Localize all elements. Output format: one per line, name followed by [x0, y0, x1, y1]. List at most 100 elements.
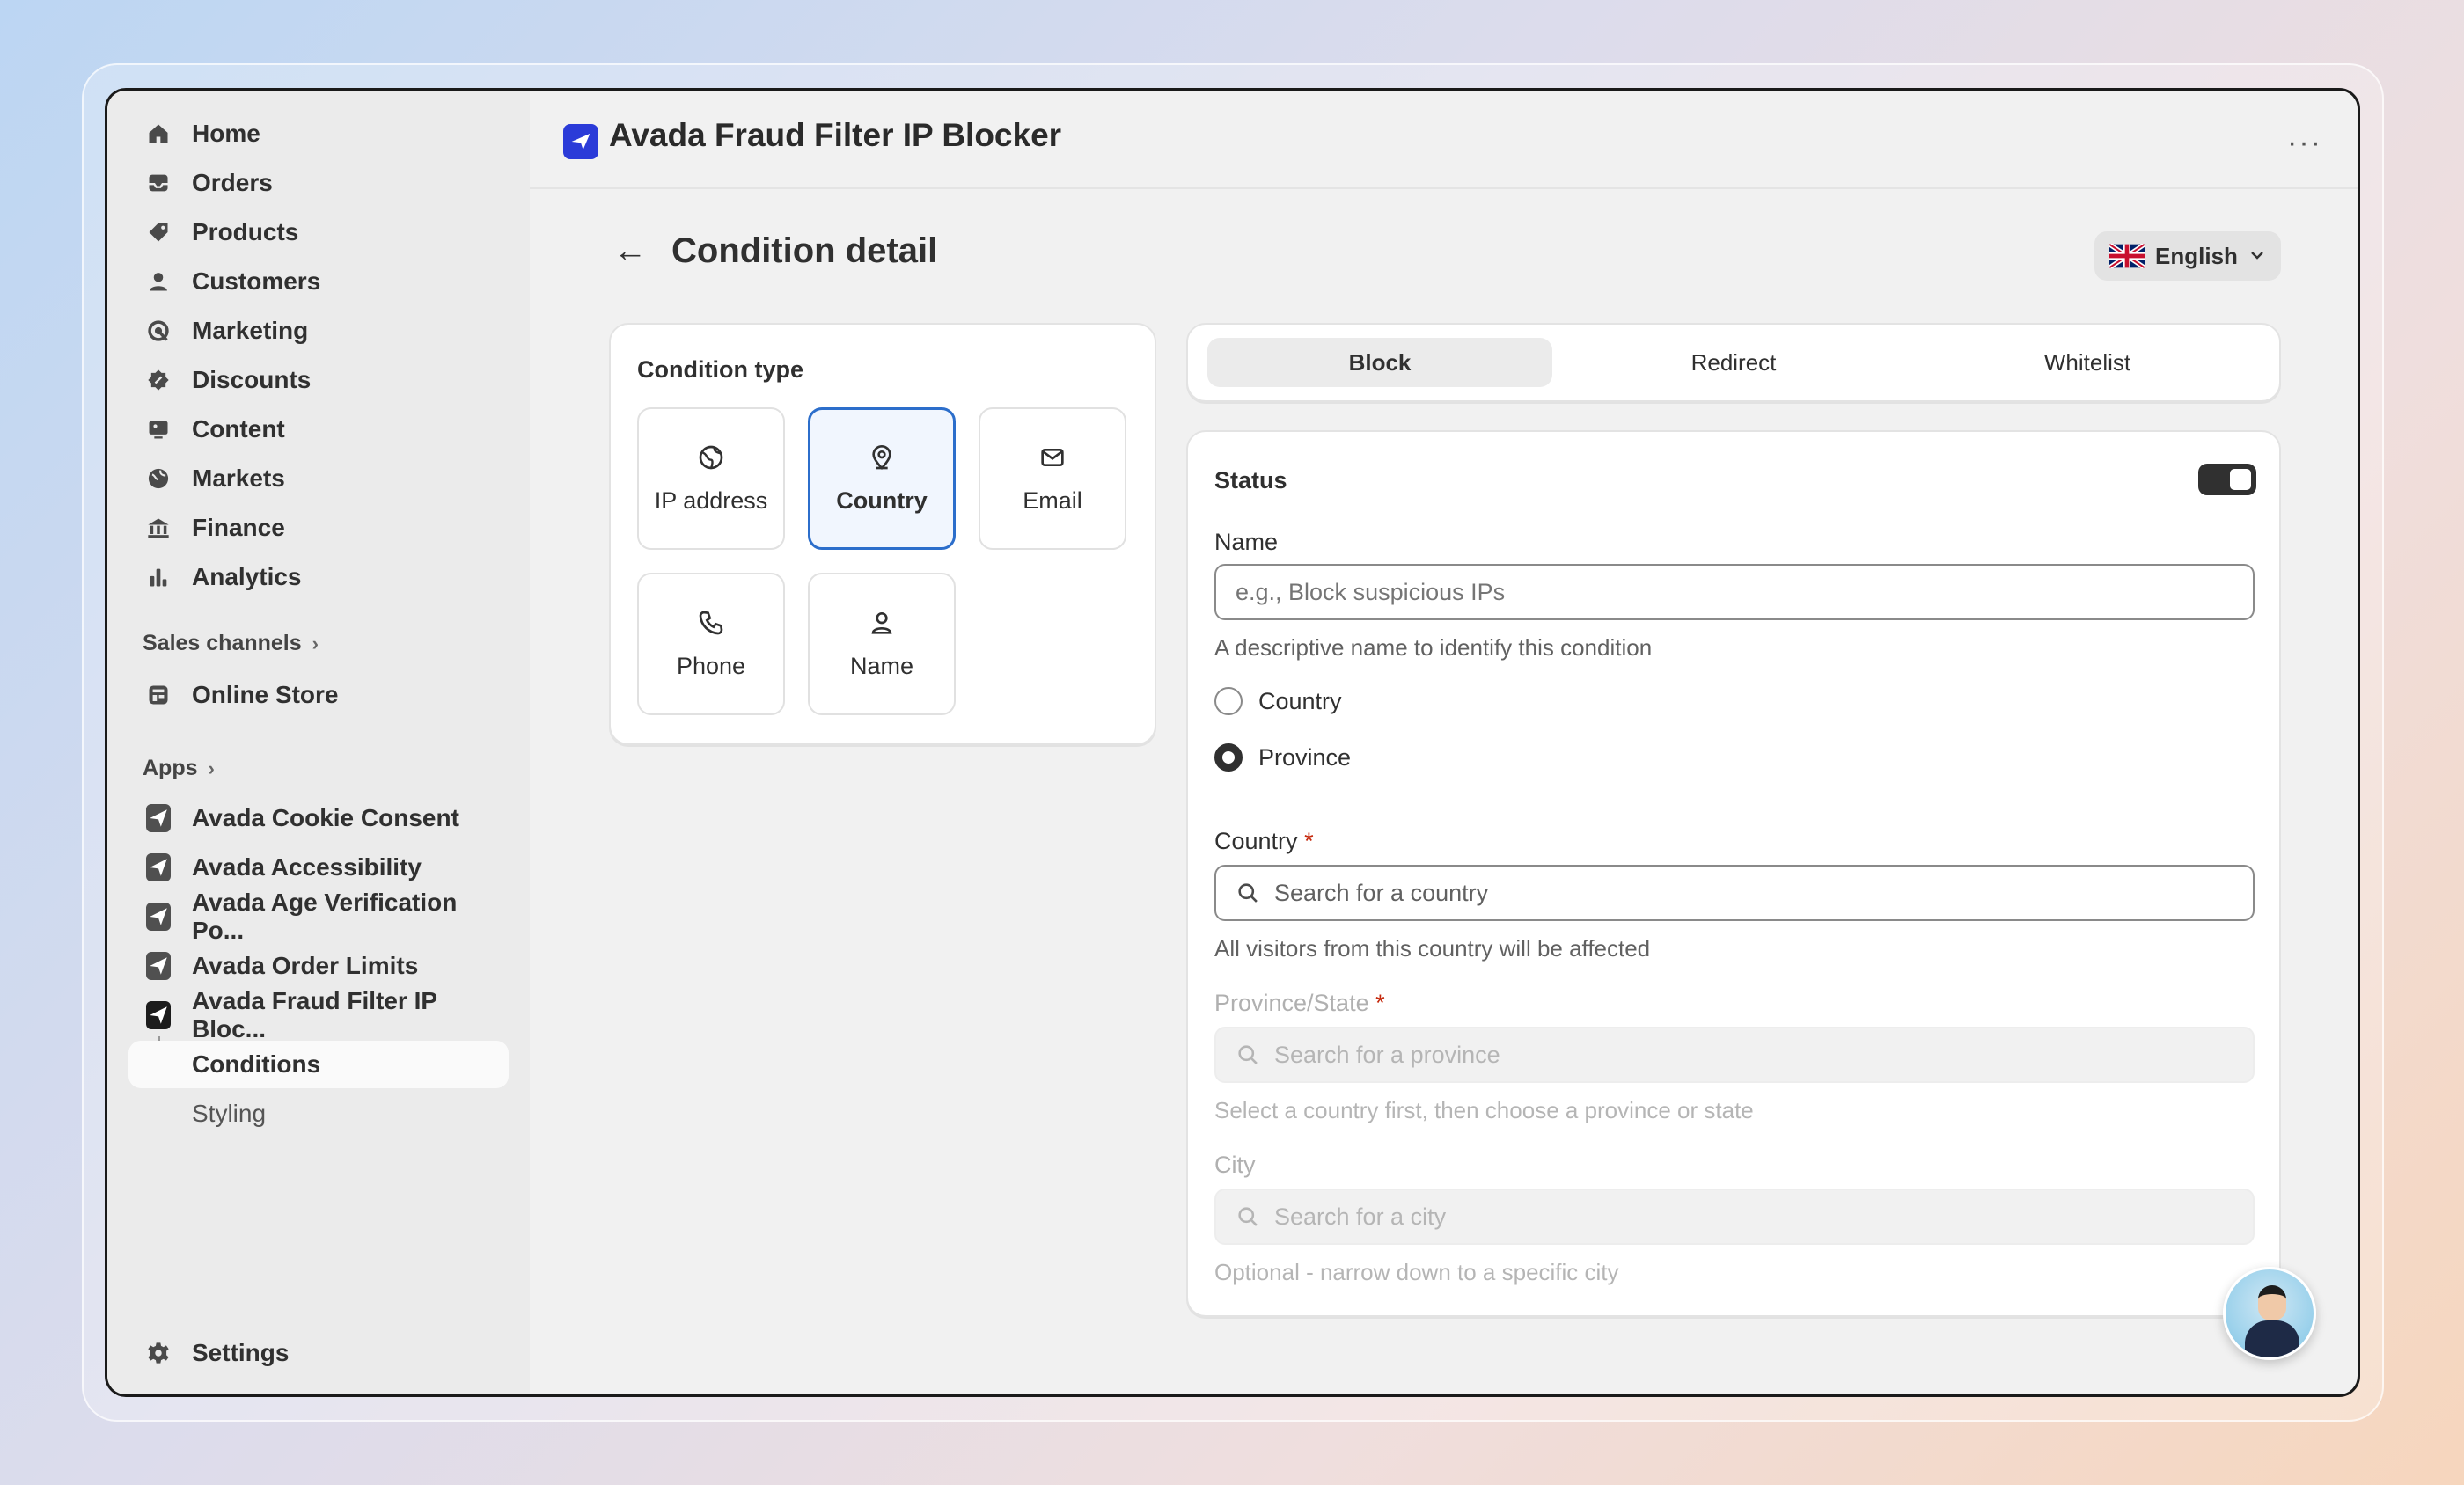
sidebar-item-label: Markets — [192, 465, 285, 492]
name-help-text: A descriptive name to identify this cond… — [1214, 634, 1653, 661]
inbox-icon — [146, 171, 171, 195]
avada-app-icon — [146, 952, 171, 980]
radio-country[interactable]: Country — [1214, 687, 1342, 715]
sidebar-item-marketing[interactable]: Marketing — [128, 307, 509, 355]
app-header: Avada Fraud Filter IP Blocker ··· — [530, 91, 2358, 189]
sidebar-item-label: Products — [192, 218, 299, 245]
required-asterisk: * — [1304, 828, 1314, 854]
sidebar-item-finance[interactable]: Finance — [128, 504, 509, 552]
name-input[interactable] — [1214, 564, 2255, 620]
province-help-text: Select a country first, then choose a pr… — [1214, 1097, 1754, 1123]
envelope-icon — [1041, 448, 1064, 466]
sidebar-item-customers[interactable]: Customers — [128, 258, 509, 305]
chevron-right-icon: › — [208, 757, 215, 779]
status-label: Status — [1214, 467, 1287, 494]
sidebar-item-label: Settings — [192, 1339, 290, 1366]
avatar-body — [2245, 1320, 2299, 1357]
app-icon-wrapper — [146, 804, 171, 832]
sales-channels-heading[interactable]: Sales channels › — [143, 631, 319, 656]
support-chat-avatar[interactable] — [2223, 1267, 2316, 1360]
store-icon — [146, 683, 171, 707]
condition-type-country[interactable]: Country — [808, 407, 956, 550]
sidebar-item-settings[interactable]: Settings — [128, 1329, 509, 1377]
sidebar-item-label: Avada Accessibility — [192, 853, 422, 881]
condition-type-phone[interactable]: Phone — [637, 573, 785, 715]
chevron-down-icon — [2248, 243, 2266, 270]
sidebar-item-label: Customers — [192, 267, 321, 295]
condition-type-label: IP address — [654, 486, 768, 514]
radio-province[interactable]: Province — [1214, 743, 1351, 772]
sidebar-item-content[interactable]: Content — [128, 406, 509, 453]
more-actions-button[interactable]: ··· — [2287, 126, 2322, 160]
app-icon-wrapper — [146, 903, 171, 931]
tab-redirect[interactable]: Redirect — [1561, 338, 1906, 387]
search-icon — [1238, 1045, 1258, 1064]
province-field-label: Province/State * — [1214, 990, 1385, 1017]
bar-chart-icon — [146, 565, 171, 589]
condition-type-name[interactable]: Name — [808, 573, 956, 715]
city-search-placeholder: Search for a city — [1274, 1203, 1447, 1230]
city-label: City — [1214, 1152, 1256, 1178]
country-label-text: Country — [1214, 828, 1298, 854]
app-title: Avada Fraud Filter IP Blocker — [609, 117, 1062, 153]
city-search-input[interactable]: Search for a city — [1214, 1189, 2255, 1245]
language-selector[interactable]: English — [2094, 231, 2281, 281]
image-icon — [146, 417, 171, 442]
sidebar-item-label: Discounts — [192, 366, 312, 393]
sidebar-item-label: Avada Cookie Consent — [192, 804, 459, 831]
phone-icon — [699, 611, 723, 634]
avada-app-icon — [146, 853, 171, 881]
location-pin-icon — [872, 444, 891, 470]
condition-type-card: Condition type IP address Country Email … — [609, 323, 1156, 745]
sidebar-app-cookie-consent[interactable]: Avada Cookie Consent — [128, 794, 509, 842]
condition-type-email[interactable]: Email — [979, 407, 1126, 550]
target-icon — [146, 318, 171, 343]
globe-icon — [699, 445, 723, 469]
sidebar-item-label: Conditions — [192, 1050, 321, 1078]
tab-whitelist[interactable]: Whitelist — [1915, 338, 2260, 387]
avada-app-icon — [146, 804, 171, 832]
sidebar-app-order-limits[interactable]: Avada Order Limits — [128, 942, 509, 990]
search-icon — [1238, 1207, 1258, 1226]
country-search-input[interactable]: Search for a country — [1214, 865, 2255, 921]
globe-icon — [146, 466, 171, 491]
apps-heading[interactable]: Apps › — [143, 756, 215, 781]
status-toggle[interactable] — [2198, 464, 2256, 495]
sidebar-app-age-verification[interactable]: Avada Age Verification Po... — [128, 889, 509, 944]
sidebar-item-label: Marketing — [192, 317, 309, 344]
sidebar-app-fraud-filter[interactable]: Avada Fraud Filter IP Bloc... — [128, 987, 509, 1042]
radio-label: Country — [1258, 687, 1342, 714]
sidebar-item-orders[interactable]: Orders — [128, 159, 509, 207]
province-label-text: Province/State — [1214, 990, 1369, 1016]
person-icon — [146, 269, 171, 294]
apps-label: Apps — [143, 756, 198, 780]
sidebar-item-online-store[interactable]: Online Store — [128, 671, 509, 719]
sidebar-sub-item-styling[interactable]: Styling — [128, 1090, 509, 1138]
condition-type-title: Condition type — [637, 356, 803, 383]
sidebar-item-products[interactable]: Products — [128, 208, 509, 256]
radio-button[interactable] — [1214, 687, 1243, 715]
sidebar-item-discounts[interactable]: Discounts — [128, 356, 509, 404]
language-label: English — [2155, 242, 2238, 269]
sales-channels-label: Sales channels — [143, 631, 302, 655]
country-help-text: All visitors from this country will be a… — [1214, 935, 1651, 962]
sidebar-sub-item-conditions[interactable]: Conditions — [128, 1041, 509, 1088]
page-header: ← Condition detail — [613, 231, 937, 271]
page-title: Condition detail — [671, 231, 938, 270]
home-icon — [146, 121, 171, 146]
sidebar-item-markets[interactable]: Markets — [128, 455, 509, 502]
province-search-input[interactable]: Search for a province — [1214, 1027, 2255, 1083]
avada-logo — [563, 124, 598, 159]
condition-type-label: Email — [1023, 486, 1082, 514]
sidebar-item-home[interactable]: Home — [128, 110, 509, 157]
condition-type-ip-address[interactable]: IP address — [637, 407, 785, 550]
sidebar-item-analytics[interactable]: Analytics — [128, 553, 509, 601]
app-icon-wrapper — [146, 1001, 171, 1029]
sidebar-app-accessibility[interactable]: Avada Accessibility — [128, 844, 509, 891]
tab-block[interactable]: Block — [1207, 338, 1552, 387]
avada-app-icon — [146, 1001, 171, 1029]
radio-button-selected[interactable] — [1214, 743, 1243, 772]
back-arrow-button[interactable]: ← — [613, 232, 647, 270]
avatar-head — [2258, 1285, 2286, 1320]
